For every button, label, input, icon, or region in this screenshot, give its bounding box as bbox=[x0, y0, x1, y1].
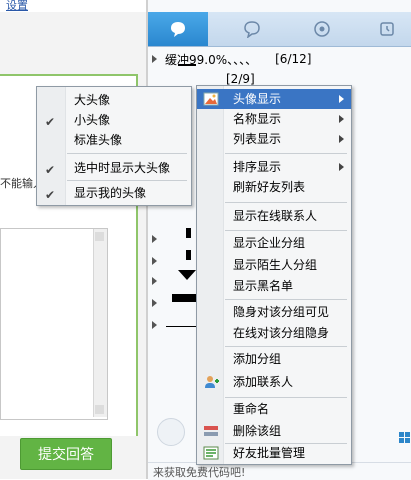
expand-arrow-icon[interactable] bbox=[152, 318, 165, 332]
redacted-mark bbox=[178, 64, 196, 66]
scroll-down-button[interactable] bbox=[95, 405, 104, 414]
menu-item-refresh-friends[interactable]: 刷新好友列表 bbox=[197, 177, 351, 197]
avatar-display-icon bbox=[203, 92, 219, 106]
menu-item-invisible-visible-to-group[interactable]: 隐身对该分组可见 bbox=[197, 302, 351, 322]
menu-item-standard-avatar[interactable]: 标准头像 bbox=[37, 130, 191, 150]
tab-friends[interactable] bbox=[148, 12, 208, 46]
redacted-mark bbox=[186, 250, 191, 260]
friends-context-menu: 头像显示 名称显示 列表显示 排序显示 刷新好友列表 显示在线联系人 显示企业分… bbox=[196, 85, 352, 465]
menu-item-label: 小头像 bbox=[74, 113, 111, 127]
menu-separator bbox=[225, 230, 347, 231]
scroll-up-button[interactable] bbox=[95, 232, 104, 241]
redacted-mark bbox=[186, 228, 191, 238]
menu-separator bbox=[225, 202, 347, 203]
menu-item-label: 显示陌生人分组 bbox=[233, 258, 318, 272]
menu-item-label: 删除该组 bbox=[233, 424, 282, 438]
menu-item-delete-group[interactable]: 删除该组 bbox=[197, 421, 351, 441]
batch-manage-icon bbox=[203, 446, 219, 460]
delete-group-icon bbox=[204, 426, 218, 436]
menu-item-label: 名称显示 bbox=[233, 112, 282, 126]
menu-item-label: 添加分组 bbox=[233, 352, 282, 366]
history-icon bbox=[379, 22, 394, 36]
menu-item-label: 显示企业分组 bbox=[233, 236, 306, 250]
menu-item-label: 好友批量管理 bbox=[233, 446, 306, 460]
menu-separator bbox=[67, 180, 187, 181]
submenu-arrow-icon bbox=[339, 95, 344, 103]
menu-item-show-my-avatar[interactable]: ✔ 显示我的头像 bbox=[37, 183, 191, 203]
menu-separator bbox=[225, 346, 347, 347]
menu-item-label: 排序显示 bbox=[233, 160, 282, 174]
menu-item-list-display[interactable]: 列表显示 bbox=[197, 129, 351, 149]
menu-separator bbox=[225, 397, 347, 398]
tab-recent[interactable] bbox=[292, 12, 352, 46]
menu-item-label: 显示我的头像 bbox=[74, 186, 147, 200]
group-row[interactable]: 缓冲99.0%、、、、 [6/12] bbox=[152, 50, 311, 68]
menu-item-label: 头像显示 bbox=[233, 92, 282, 106]
menu-separator bbox=[67, 153, 187, 154]
divider-line bbox=[166, 326, 196, 327]
expand-arrow-icon[interactable] bbox=[152, 254, 165, 268]
app-grid-icon[interactable] bbox=[398, 430, 411, 446]
menu-item-sort-display[interactable]: 排序显示 bbox=[197, 157, 351, 177]
menu-item-name-display[interactable]: 名称显示 bbox=[197, 109, 351, 129]
menu-item-avatar-display[interactable]: 头像显示 bbox=[197, 89, 351, 109]
textarea-scrollbar[interactable] bbox=[93, 229, 107, 417]
answer-textarea[interactable] bbox=[0, 228, 108, 420]
menu-item-show-large-on-select[interactable]: ✔ 选中时显示大头像 bbox=[37, 158, 191, 178]
menu-item-online-hidden-from-group[interactable]: 在线对该分组隐身 bbox=[197, 323, 351, 343]
submenu-arrow-icon bbox=[339, 135, 344, 143]
menu-item-add-contact[interactable]: 添加联系人 bbox=[197, 372, 351, 392]
expand-arrow-icon[interactable] bbox=[152, 296, 165, 310]
menu-item-add-group[interactable]: 添加分组 bbox=[197, 349, 351, 369]
checkmark-icon: ✔ bbox=[45, 188, 56, 202]
submenu-arrow-icon bbox=[339, 115, 344, 123]
expand-arrow-icon bbox=[152, 55, 157, 63]
menu-item-label: 刷新好友列表 bbox=[233, 180, 306, 194]
group-chat-icon bbox=[244, 21, 260, 38]
settings-link[interactable]: 设置 bbox=[6, 0, 28, 13]
menu-item-show-blacklist[interactable]: 显示黑名单 bbox=[197, 276, 351, 296]
submit-answer-button[interactable]: 提交回答 bbox=[20, 438, 112, 470]
submenu-arrow-icon bbox=[339, 163, 344, 171]
redacted-mark bbox=[172, 294, 196, 302]
menu-item-large-avatar[interactable]: 大头像 bbox=[37, 90, 191, 110]
menu-item-label: 重命名 bbox=[233, 402, 270, 416]
group-count: [6/12] bbox=[275, 52, 312, 66]
menu-item-label: 列表显示 bbox=[233, 132, 282, 146]
menu-item-batch-manage-friends[interactable]: 好友批量管理 bbox=[197, 443, 351, 463]
tab-more[interactable] bbox=[362, 12, 411, 46]
menu-separator bbox=[225, 153, 347, 154]
menu-item-label: 在线对该分组隐身 bbox=[233, 326, 330, 340]
menu-item-label: 显示在线联系人 bbox=[233, 209, 318, 223]
promo-text[interactable]: 来获取免费代码吧! bbox=[153, 464, 245, 480]
avatar-display-submenu: 大头像 ✔ 小头像 标准头像 ✔ 选中时显示大头像 ✔ 显示我的头像 bbox=[36, 86, 192, 206]
add-contact-icon bbox=[205, 376, 219, 388]
chat-bubble-icon bbox=[171, 22, 185, 37]
recent-contacts-icon bbox=[314, 21, 330, 37]
menu-item-label: 显示黑名单 bbox=[233, 279, 294, 293]
qq-penguin-icon[interactable] bbox=[157, 418, 185, 446]
group-count: [2/9] bbox=[226, 72, 255, 86]
menu-item-label: 添加联系人 bbox=[233, 375, 294, 389]
menu-item-show-enterprise-group[interactable]: 显示企业分组 bbox=[197, 233, 351, 253]
tab-groups[interactable] bbox=[222, 12, 282, 46]
menu-item-label: 标准头像 bbox=[74, 133, 123, 147]
menu-item-show-online[interactable]: 显示在线联系人 bbox=[197, 206, 351, 226]
menu-item-rename[interactable]: 重命名 bbox=[197, 399, 351, 419]
menu-item-label: 隐身对该分组可见 bbox=[233, 305, 330, 319]
expand-arrow-icon[interactable] bbox=[152, 274, 165, 288]
menu-item-label: 选中时显示大头像 bbox=[74, 161, 171, 175]
menu-item-label: 大头像 bbox=[74, 93, 111, 107]
menu-item-small-avatar[interactable]: ✔ 小头像 bbox=[37, 110, 191, 130]
menu-item-show-stranger-group[interactable]: 显示陌生人分组 bbox=[197, 255, 351, 275]
checkmark-icon: ✔ bbox=[45, 163, 56, 177]
expand-arrow-icon[interactable] bbox=[152, 232, 165, 246]
checkmark-icon: ✔ bbox=[45, 115, 56, 129]
menu-separator bbox=[225, 299, 347, 300]
